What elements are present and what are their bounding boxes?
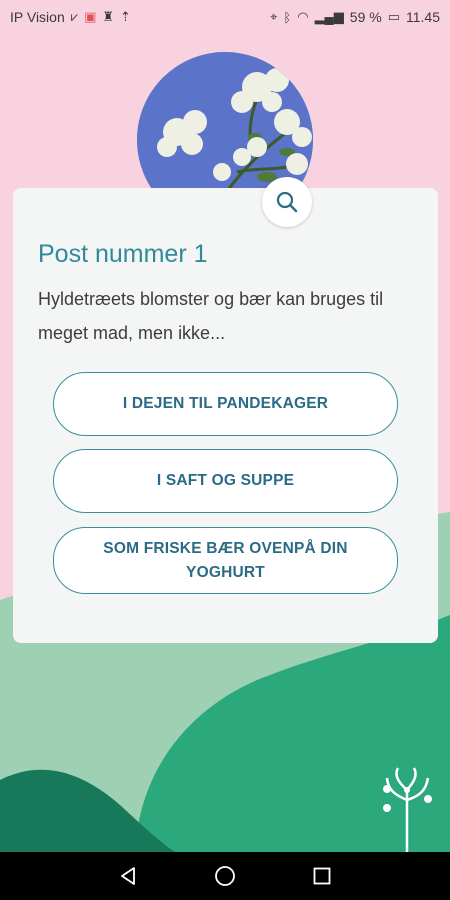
back-button[interactable] [108,856,148,896]
recents-icon [313,867,331,885]
answer-button-2[interactable]: I SAFT OG SUPPE [53,449,398,513]
question-text: Hyldetræets blomster og bær kan bruges t… [38,289,384,343]
home-button[interactable] [205,856,245,896]
answer-button-3[interactable]: SOM FRISKE BÆR OVENPÅ DIN YOGHURT [53,527,398,594]
recents-button[interactable] [302,856,342,896]
answer-label: I SAFT OG SUPPE [156,472,295,489]
search-button[interactable] [262,177,312,227]
page-title: Post nummer 1 [38,240,208,268]
answer-label: SOM FRISKE BÆR OVENPÅ DIN YOGHURT [103,539,348,581]
navigation-bar [0,852,450,900]
answer-label: I DEJEN TIL PANDEKAGER [122,395,329,412]
answer-button-1[interactable]: I DEJEN TIL PANDEKAGER [53,372,398,436]
search-icon [276,191,298,213]
home-icon [215,866,235,886]
back-icon [121,867,136,885]
